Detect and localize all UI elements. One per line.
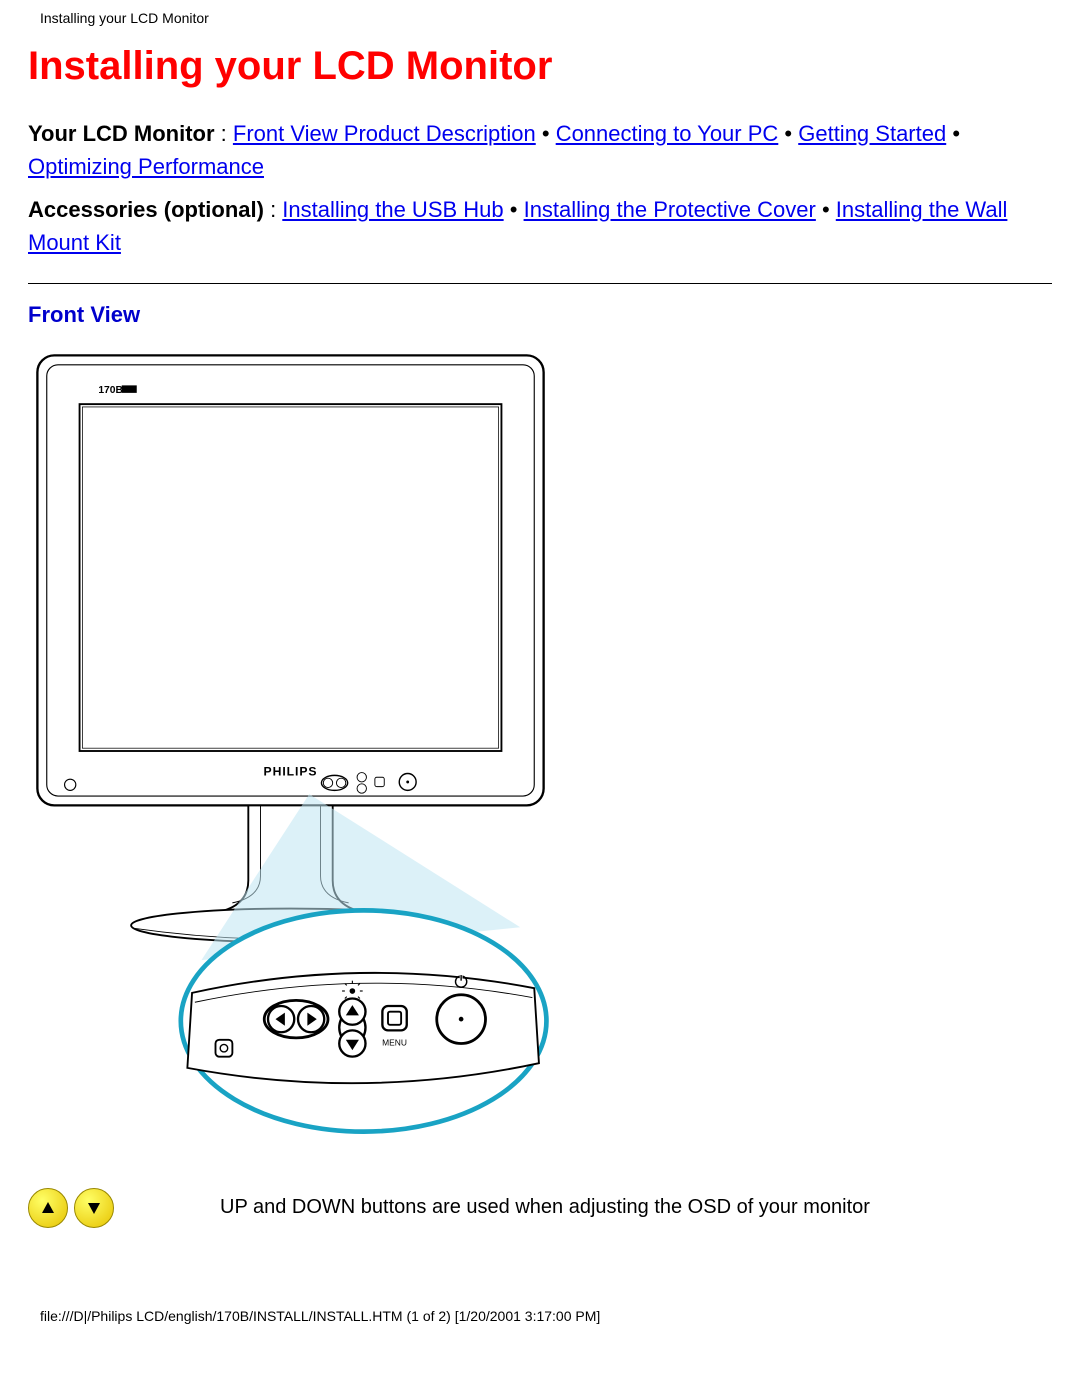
nav2-label: Accessories (optional) [28,197,264,222]
brand-text: PHILIPS [264,764,318,778]
content-area: Installing your LCD Monitor Your LCD Mon… [0,44,1080,1248]
link-protective-cover[interactable]: Installing the Protective Cover [524,197,816,222]
front-view-heading: Front View [28,302,1052,328]
page-header-title: Installing your LCD Monitor [40,10,209,26]
footer-text: file:///D|/Philips LCD/english/170B/INST… [40,1308,600,1324]
menu-button: MENU [382,1006,407,1047]
link-getting-started[interactable]: Getting Started [798,121,946,146]
nav1-sep: : [215,121,233,146]
down-button-icon [74,1188,114,1228]
link-optimizing-performance[interactable]: Optimizing Performance [28,154,264,179]
nav1-label: Your LCD Monitor [28,121,215,146]
up-button-icon [28,1188,68,1228]
link-usb-hub[interactable]: Installing the USB Hub [282,197,503,222]
up-down-description: UP and DOWN buttons are used when adjust… [220,1196,870,1219]
model-label-text: 170B [98,385,123,396]
nav-line-accessories: Accessories (optional) : Installing the … [28,193,1052,259]
divider [28,283,1052,284]
monitor-diagram: 170B PHILIPS [28,346,553,1148]
page-header: Installing your LCD Monitor [0,0,1080,26]
link-connecting-pc[interactable]: Connecting to Your PC [556,121,779,146]
footer: file:///D|/Philips LCD/english/170B/INST… [0,1248,1080,1336]
nav-line-monitor: Your LCD Monitor : Front View Product De… [28,117,1052,183]
monitor-svg: 170B PHILIPS [28,346,553,1143]
page-title: Installing your LCD Monitor [28,44,1052,89]
menu-label: MENU [382,1037,407,1047]
nav2-sep: : [264,197,282,222]
up-down-button-row: UP and DOWN buttons are used when adjust… [28,1188,1052,1228]
link-front-view-desc[interactable]: Front View Product Description [233,121,536,146]
